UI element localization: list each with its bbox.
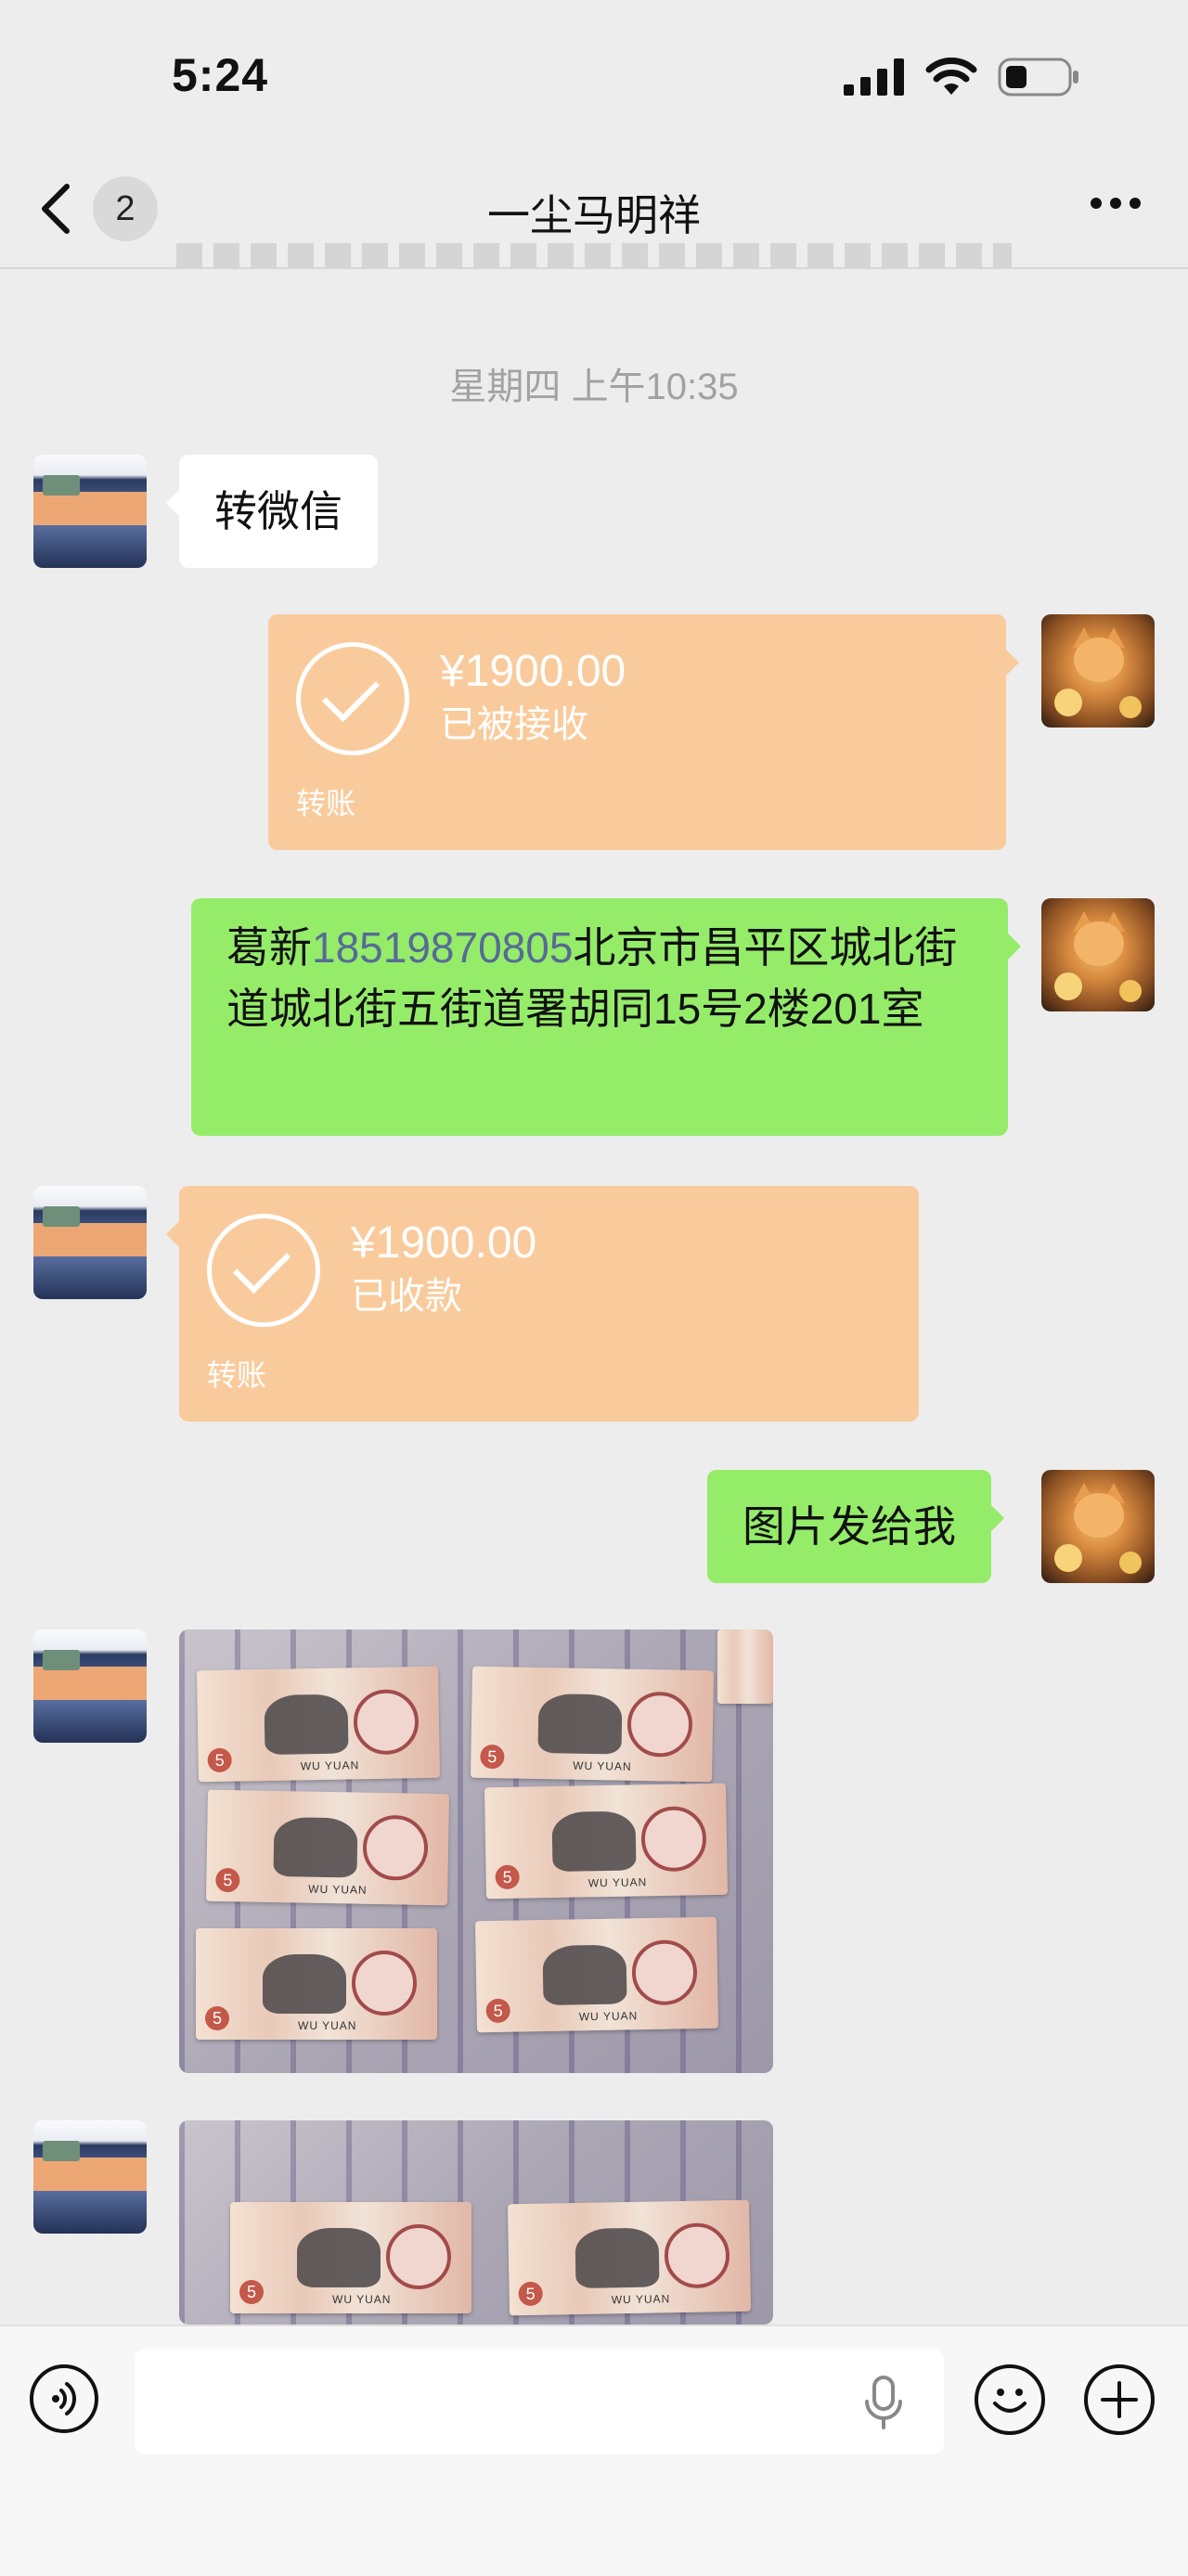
more-icon: [1091, 198, 1141, 209]
voice-toggle-button[interactable]: [30, 2364, 98, 2433]
transfer-amount: ¥1900.00: [440, 647, 626, 696]
check-circle-icon: [296, 642, 409, 755]
message-bubble[interactable]: 葛新18519870805北京市昌平区城北街道城北街五街道署胡同15号2楼201…: [191, 898, 1021, 1136]
more-button[interactable]: [1090, 197, 1142, 214]
status-time: 5:24: [172, 49, 269, 101]
message-timestamp: 星期四 上午10:35: [449, 367, 739, 407]
my-avatar[interactable]: [1041, 614, 1155, 728]
more-actions-button[interactable]: [1084, 2364, 1155, 2435]
contact-avatar[interactable]: [33, 1629, 147, 1743]
clipped-previous-message: [176, 243, 1012, 267]
signal-icon: [844, 58, 904, 96]
message-input[interactable]: [135, 2349, 944, 2454]
contact-avatar[interactable]: [33, 1186, 147, 1299]
transfer-status: 已被接收: [440, 704, 588, 745]
my-avatar[interactable]: [1041, 898, 1155, 1011]
photo-message[interactable]: 5 WU YUAN 5 WU YUAN: [179, 2120, 773, 2325]
message-text: 转微信: [214, 487, 342, 535]
contact-avatar[interactable]: [33, 455, 147, 568]
message-text: 葛新18519870805北京市昌平区城北街道城北街五街道署胡同15号2楼201…: [226, 923, 958, 1033]
transfer-status: 已收款: [351, 1276, 462, 1317]
transfer-amount: ¥1900.00: [351, 1218, 537, 1268]
contact-avatar[interactable]: [33, 2120, 147, 2234]
phone-link[interactable]: 18519870805: [312, 923, 573, 972]
transfer-label: 转账: [296, 787, 356, 820]
emoji-button[interactable]: [975, 2364, 1045, 2435]
mic-icon[interactable]: [863, 2376, 904, 2436]
chat-title: 一尘马明祥: [487, 191, 701, 239]
transfer-message[interactable]: ¥1900.00 已收款 转账: [166, 1186, 919, 1422]
message-bubble[interactable]: 转微信: [166, 455, 378, 568]
check-circle-icon: [207, 1214, 320, 1327]
voice-icon: [52, 2382, 76, 2415]
message-bubble[interactable]: 图片发给我: [707, 1470, 1004, 1583]
wifi-icon: [925, 58, 977, 95]
transfer-label: 转账: [207, 1359, 267, 1392]
plus-icon: [1101, 2381, 1138, 2418]
battery-icon: [998, 58, 1078, 97]
transfer-message[interactable]: ¥1900.00 已被接收 转账: [268, 614, 1019, 850]
status-icons: [844, 58, 1081, 97]
my-avatar[interactable]: [1041, 1470, 1155, 1583]
message-text: 图片发给我: [742, 1502, 956, 1551]
emoji-icon: [993, 2389, 1027, 2413]
photo-message[interactable]: 5 WU YUAN 5 WU YUAN 5 WU YUAN 5 WU YUAN 5 WU …: [179, 1629, 773, 2073]
header-divider: [0, 267, 1188, 269]
